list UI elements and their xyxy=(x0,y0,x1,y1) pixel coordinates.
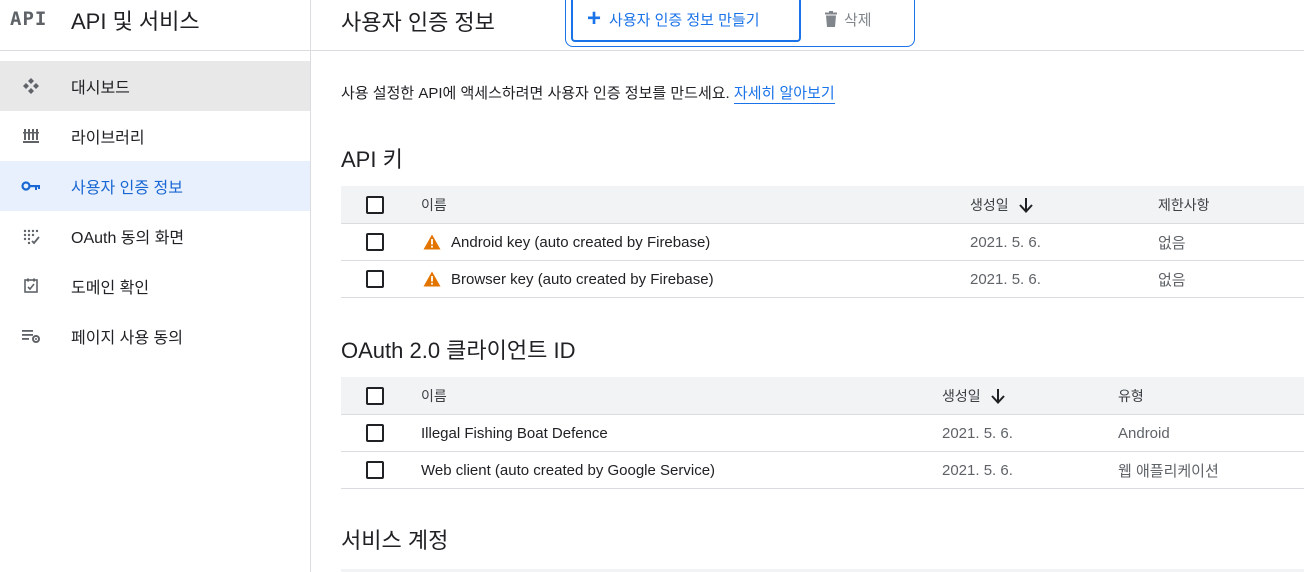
consent-icon xyxy=(21,226,41,246)
oauth-table: 이름 생성일 유형 Illegal Fishing Boat Defence 2… xyxy=(341,377,1304,489)
table-row[interactable]: Android key (auto created by Firebase) 2… xyxy=(341,224,1304,261)
column-created-label: 생성일 xyxy=(942,387,981,404)
key-icon xyxy=(21,176,41,196)
client-type: 웹 애플리케이션 xyxy=(1118,462,1219,480)
row-checkbox[interactable] xyxy=(366,424,384,442)
client-type: Android xyxy=(1118,424,1170,442)
sidebar-item-credentials[interactable]: 사용자 인증 정보 xyxy=(0,161,310,211)
create-credentials-button[interactable]: + 사용자 인증 정보 만들기 xyxy=(571,0,801,42)
created-date: 2021. 5. 6. xyxy=(942,461,1013,479)
main-content: 사용자 인증 정보 + 사용자 인증 정보 만들기 삭제 사용 설정한 API에… xyxy=(311,0,1304,572)
domain-check-icon xyxy=(21,276,41,296)
plus-icon: + xyxy=(587,5,602,32)
column-name[interactable]: 이름 xyxy=(421,377,447,414)
created-date: 2021. 5. 6. xyxy=(970,270,1041,288)
sort-arrow-down-icon xyxy=(990,388,1005,404)
sidebar-item-page-usage-agreements[interactable]: 페이지 사용 동의 xyxy=(0,311,310,361)
intro-text: 사용 설정한 API에 액세스하려면 사용자 인증 정보를 만드세요. 자세히 … xyxy=(341,82,835,104)
table-row[interactable]: Web client (auto created by Google Servi… xyxy=(341,452,1304,489)
sidebar-item-label: 도메인 확인 xyxy=(71,280,150,297)
page-title: 사용자 인증 정보 xyxy=(341,10,495,35)
intro-message: 사용 설정한 API에 액세스하려면 사용자 인증 정보를 만드세요. xyxy=(341,85,734,102)
trash-icon xyxy=(825,11,837,27)
row-checkbox[interactable] xyxy=(366,233,384,251)
sidebar-title: API 및 서비스 xyxy=(71,9,200,34)
client-name[interactable]: Web client (auto created by Google Servi… xyxy=(421,452,715,488)
action-group: + 사용자 인증 정보 만들기 삭제 xyxy=(565,0,915,47)
action-bar: 사용자 인증 정보 + 사용자 인증 정보 만들기 삭제 xyxy=(311,0,1304,51)
api-key-name[interactable]: Android key (auto created by Firebase) xyxy=(451,234,710,251)
sort-arrow-down-icon xyxy=(1018,197,1033,213)
sidebar-item-label: 페이지 사용 동의 xyxy=(71,330,183,347)
select-all-checkbox[interactable] xyxy=(366,386,384,405)
api-key-name[interactable]: Browser key (auto created by Firebase) xyxy=(451,271,714,288)
service-accounts-title: 서비스 계정 xyxy=(341,528,449,553)
row-checkbox[interactable] xyxy=(366,461,384,479)
warning-icon xyxy=(423,271,441,287)
create-credentials-label: 사용자 인증 정보 만들기 xyxy=(609,11,760,29)
sidebar-item-label: OAuth 동의 화면 xyxy=(71,230,185,247)
sidebar-item-library[interactable]: 라이브러리 xyxy=(0,111,310,161)
column-type[interactable]: 유형 xyxy=(1118,377,1144,414)
sidebar-item-label: 대시보드 xyxy=(71,80,130,97)
sidebar-header: API API 및 서비스 xyxy=(0,0,310,51)
sidebar-nav: 대시보드 라이브러리 사용자 인증 정보 OAuth 동의 화면 도메인 확인 xyxy=(0,61,310,361)
column-created[interactable]: 생성일 xyxy=(970,186,1033,223)
column-created[interactable]: 생성일 xyxy=(942,377,1005,414)
sidebar-item-label: 사용자 인증 정보 xyxy=(71,180,183,197)
client-name[interactable]: Illegal Fishing Boat Defence xyxy=(421,415,608,451)
dashboard-icon xyxy=(21,76,41,96)
table-row[interactable]: Browser key (auto created by Firebase) 2… xyxy=(341,261,1304,298)
oauth-title: OAuth 2.0 클라이언트 ID xyxy=(341,338,576,363)
api-keys-title: API 키 xyxy=(341,147,403,172)
column-name[interactable]: 이름 xyxy=(421,186,447,223)
sidebar-item-domain-verification[interactable]: 도메인 확인 xyxy=(0,261,310,311)
created-date: 2021. 5. 6. xyxy=(970,233,1041,251)
learn-more-link[interactable]: 자세히 알아보기 xyxy=(733,85,835,104)
library-icon xyxy=(21,126,41,146)
api-keys-table: 이름 생성일 제한사항 Android key (auto created by… xyxy=(341,186,1304,298)
table-row[interactable]: Illegal Fishing Boat Defence 2021. 5. 6.… xyxy=(341,415,1304,452)
sidebar: API API 및 서비스 대시보드 라이브러리 사용자 인증 정보 OAuth… xyxy=(0,0,311,572)
table-header: 이름 생성일 제한사항 xyxy=(341,186,1304,224)
column-restrictions[interactable]: 제한사항 xyxy=(1158,186,1210,223)
api-logo: API xyxy=(10,8,48,30)
select-all-checkbox[interactable] xyxy=(366,195,384,214)
warning-icon xyxy=(423,234,441,250)
column-created-label: 생성일 xyxy=(970,196,1009,213)
restrictions-value: 없음 xyxy=(1158,234,1186,252)
page-settings-icon xyxy=(21,326,41,346)
sidebar-item-oauth-consent[interactable]: OAuth 동의 화면 xyxy=(0,211,310,261)
table-header: 이름 생성일 유형 xyxy=(341,377,1304,415)
row-checkbox[interactable] xyxy=(366,270,384,288)
sidebar-item-label: 라이브러리 xyxy=(71,130,145,147)
created-date: 2021. 5. 6. xyxy=(942,424,1013,442)
delete-label: 삭제 xyxy=(844,11,872,29)
delete-button[interactable]: 삭제 xyxy=(824,6,872,32)
restrictions-value: 없음 xyxy=(1158,271,1186,289)
sidebar-item-dashboard[interactable]: 대시보드 xyxy=(0,61,310,111)
